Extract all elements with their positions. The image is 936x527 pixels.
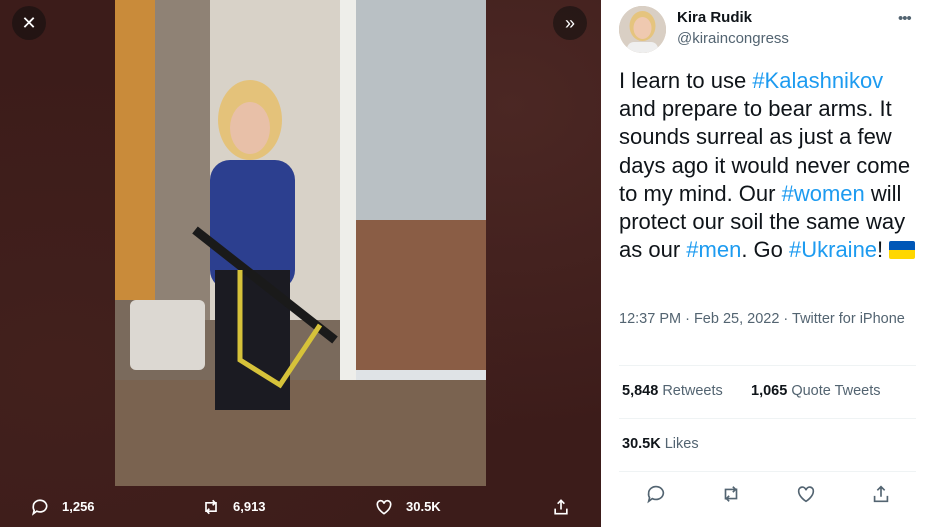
avatar-image <box>619 6 666 53</box>
photo-illustration <box>115 0 486 486</box>
retweet-icon <box>724 486 738 502</box>
ukraine-flag-icon <box>889 241 916 260</box>
like-button[interactable]: 30.5K <box>374 486 441 527</box>
retweets-label: Retweets <box>662 383 723 399</box>
reply-count: 1,256 <box>62 499 95 514</box>
tweet-photo[interactable] <box>115 0 486 486</box>
retweet-button[interactable]: 6,913 <box>201 486 266 527</box>
quote-tweets-label: Quote Tweets <box>791 383 881 399</box>
author-name[interactable]: Kira Rudik <box>677 9 752 26</box>
quote-tweets-stat[interactable]: 1,065 Quote Tweets <box>751 383 881 399</box>
share-button[interactable] <box>551 486 583 527</box>
reply-icon <box>647 485 665 504</box>
reply-button[interactable]: 1,256 <box>30 486 95 527</box>
retweet-count: 6,913 <box>233 499 266 514</box>
likes-row: 30.5K Likes <box>619 436 916 456</box>
author-handle[interactable]: @kiraincongress <box>677 30 789 47</box>
like-count: 30.5K <box>406 499 441 514</box>
divider <box>619 471 916 472</box>
retweet-icon <box>205 499 217 514</box>
retweet-button[interactable] <box>720 483 742 505</box>
hashtag-link[interactable]: #men <box>686 237 741 262</box>
quote-tweets-count: 1,065 <box>751 383 788 399</box>
likes-stat[interactable]: 30.5K Likes <box>622 436 699 452</box>
heart-icon <box>376 499 392 515</box>
tweet-source[interactable]: Twitter for iPhone <box>792 311 905 327</box>
tweet-text-part: . Go <box>741 237 789 263</box>
timestamp-text[interactable]: 12:37 PM · Feb 25, 2022 · <box>619 311 792 327</box>
retweets-count: 5,848 <box>622 383 659 399</box>
share-button[interactable] <box>870 483 892 505</box>
more-options-icon[interactable]: ••• <box>898 10 912 27</box>
divider <box>619 365 916 366</box>
share-icon <box>554 498 568 514</box>
reply-button[interactable] <box>645 483 667 505</box>
expand-button[interactable]: » <box>553 6 587 40</box>
tweet-text-part: ! <box>877 237 884 263</box>
hashtag-link[interactable]: #women <box>782 181 865 206</box>
heart-icon <box>797 486 815 503</box>
share-icon <box>873 485 889 503</box>
divider <box>619 418 916 419</box>
retweets-stat[interactable]: 5,848 Retweets <box>622 383 723 399</box>
close-icon: ✕ <box>21 12 37 33</box>
like-button[interactable] <box>795 483 817 505</box>
media-action-bar: 1,256 6,913 30.5K <box>0 486 601 527</box>
expand-chevrons-icon: » <box>564 12 575 33</box>
tweet-text-part: I learn to use <box>619 68 753 93</box>
reply-icon <box>31 498 48 516</box>
hashtag-link[interactable]: #Kalashnikov <box>752 68 883 93</box>
engagement-row: 5,848 Retweets 1,065 Quote Tweets <box>619 383 916 403</box>
hashtag-link[interactable]: #Ukraine <box>789 237 877 262</box>
tweet-detail: Kira Rudik @kiraincongress ••• I learn t… <box>601 0 936 527</box>
likes-label: Likes <box>664 436 699 452</box>
media-viewer: ✕ » 1,256 6,913 30.5K <box>0 0 601 527</box>
tweet-timestamp: 12:37 PM · Feb 25, 2022 · Twitter for iP… <box>619 309 919 329</box>
likes-count: 30.5K <box>622 436 661 452</box>
close-button[interactable]: ✕ <box>12 6 46 40</box>
tweet-action-bar <box>619 480 916 510</box>
tweet-text: I learn to use #Kalashnikov and prepare … <box>619 67 924 264</box>
avatar[interactable] <box>619 6 666 53</box>
